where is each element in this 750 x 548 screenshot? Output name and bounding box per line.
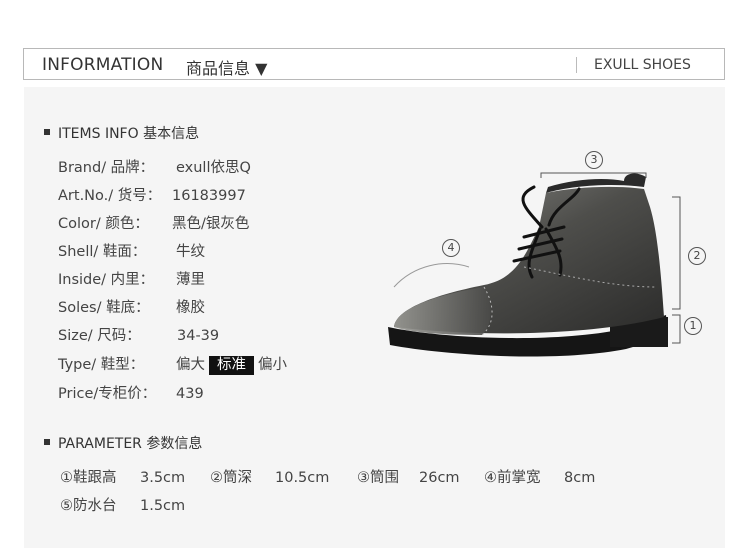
circled-number-2-icon: 2 — [688, 247, 706, 265]
dimension-marker-2: 2 — [688, 247, 706, 265]
dimension-marker-4: 4 — [442, 239, 460, 257]
dimension-guides — [540, 172, 681, 344]
info-header: INFORMATION 商品信息 ▼ EXULL SHOES — [23, 48, 725, 80]
header-divider — [576, 57, 577, 73]
header-brand: EXULL SHOES — [594, 57, 691, 73]
header-subtitle[interactable]: 商品信息 ▼ — [186, 55, 267, 79]
header-title: INFORMATION — [42, 55, 164, 75]
dimension-marker-1: 1 — [684, 317, 702, 335]
circled-number-3-icon: 3 — [585, 151, 603, 169]
dimension-marker-3: 3 — [585, 151, 603, 169]
circled-number-4-icon: 4 — [442, 239, 460, 257]
circled-number-1-icon: 1 — [684, 317, 702, 335]
info-panel: ITEMS INFO 基本信息 Brand/ 品牌： exull依思Q Art.N… — [24, 87, 725, 548]
